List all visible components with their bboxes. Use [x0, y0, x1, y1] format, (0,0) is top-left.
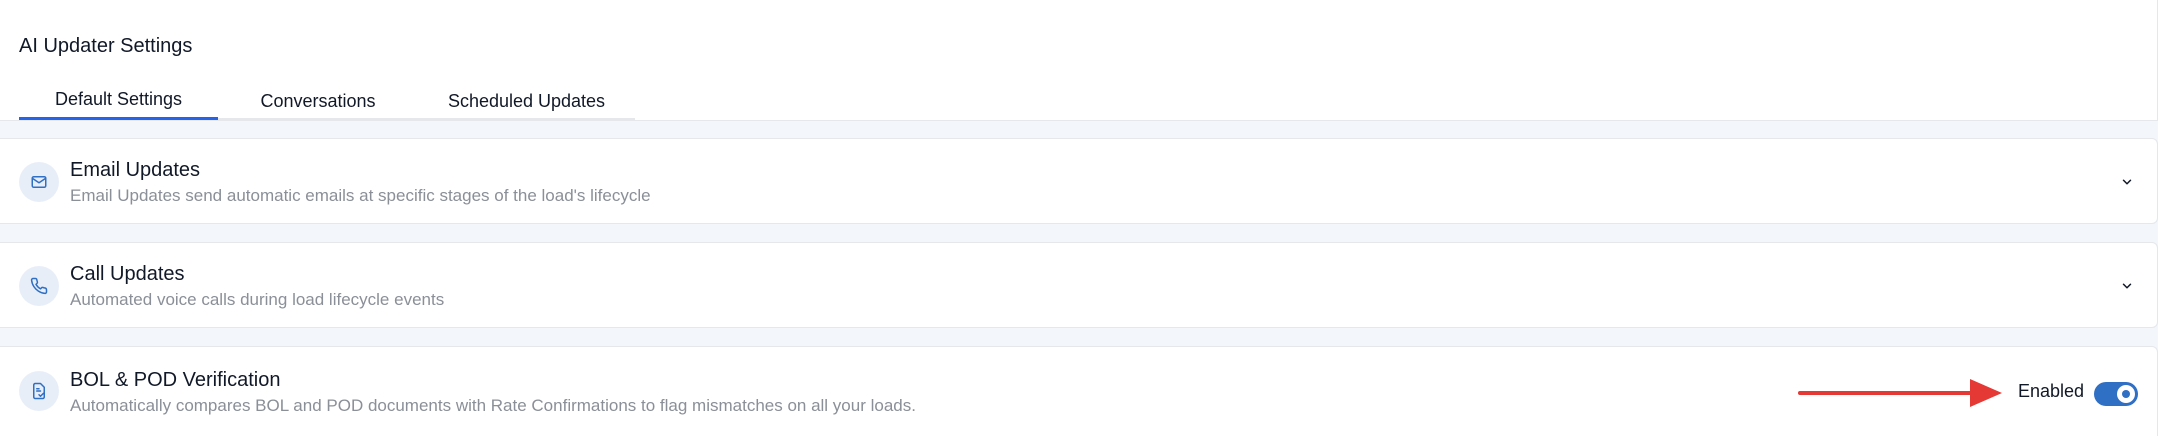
chevron-down-icon[interactable] [2117, 276, 2137, 296]
tab-default-settings[interactable]: Default Settings [19, 82, 218, 120]
section-description: Automatically compares BOL and POD docum… [70, 396, 916, 415]
page-title: AI Updater Settings [19, 35, 193, 57]
mail-icon [19, 162, 59, 202]
section-title: Call Updates [70, 263, 185, 285]
tab-conversations[interactable]: Conversations [218, 82, 418, 120]
section-title: BOL & POD Verification [70, 369, 281, 391]
chevron-down-icon[interactable] [2117, 172, 2137, 192]
section-description: Email Updates send automatic emails at s… [70, 186, 651, 205]
section-call-updates[interactable]: Call Updates Automated voice calls durin… [0, 242, 2158, 328]
tab-scheduled-updates[interactable]: Scheduled Updates [418, 82, 635, 120]
red-arrow-icon [1798, 379, 2002, 407]
enabled-label: Enabled [2018, 381, 2085, 401]
section-email-updates[interactable]: Email Updates Email Updates send automat… [0, 138, 2158, 224]
phone-icon [19, 266, 59, 306]
section-title: Email Updates [70, 159, 201, 181]
settings-header: AI Updater Settings Default Settings Con… [0, 0, 2158, 121]
document-check-icon [19, 371, 59, 411]
section-description: Automated voice calls during load lifecy… [70, 290, 445, 309]
tab-bar: Default Settings Conversations Scheduled… [19, 82, 635, 120]
toggle-knob [2117, 385, 2135, 403]
bol-pod-toggle[interactable] [2094, 382, 2138, 406]
